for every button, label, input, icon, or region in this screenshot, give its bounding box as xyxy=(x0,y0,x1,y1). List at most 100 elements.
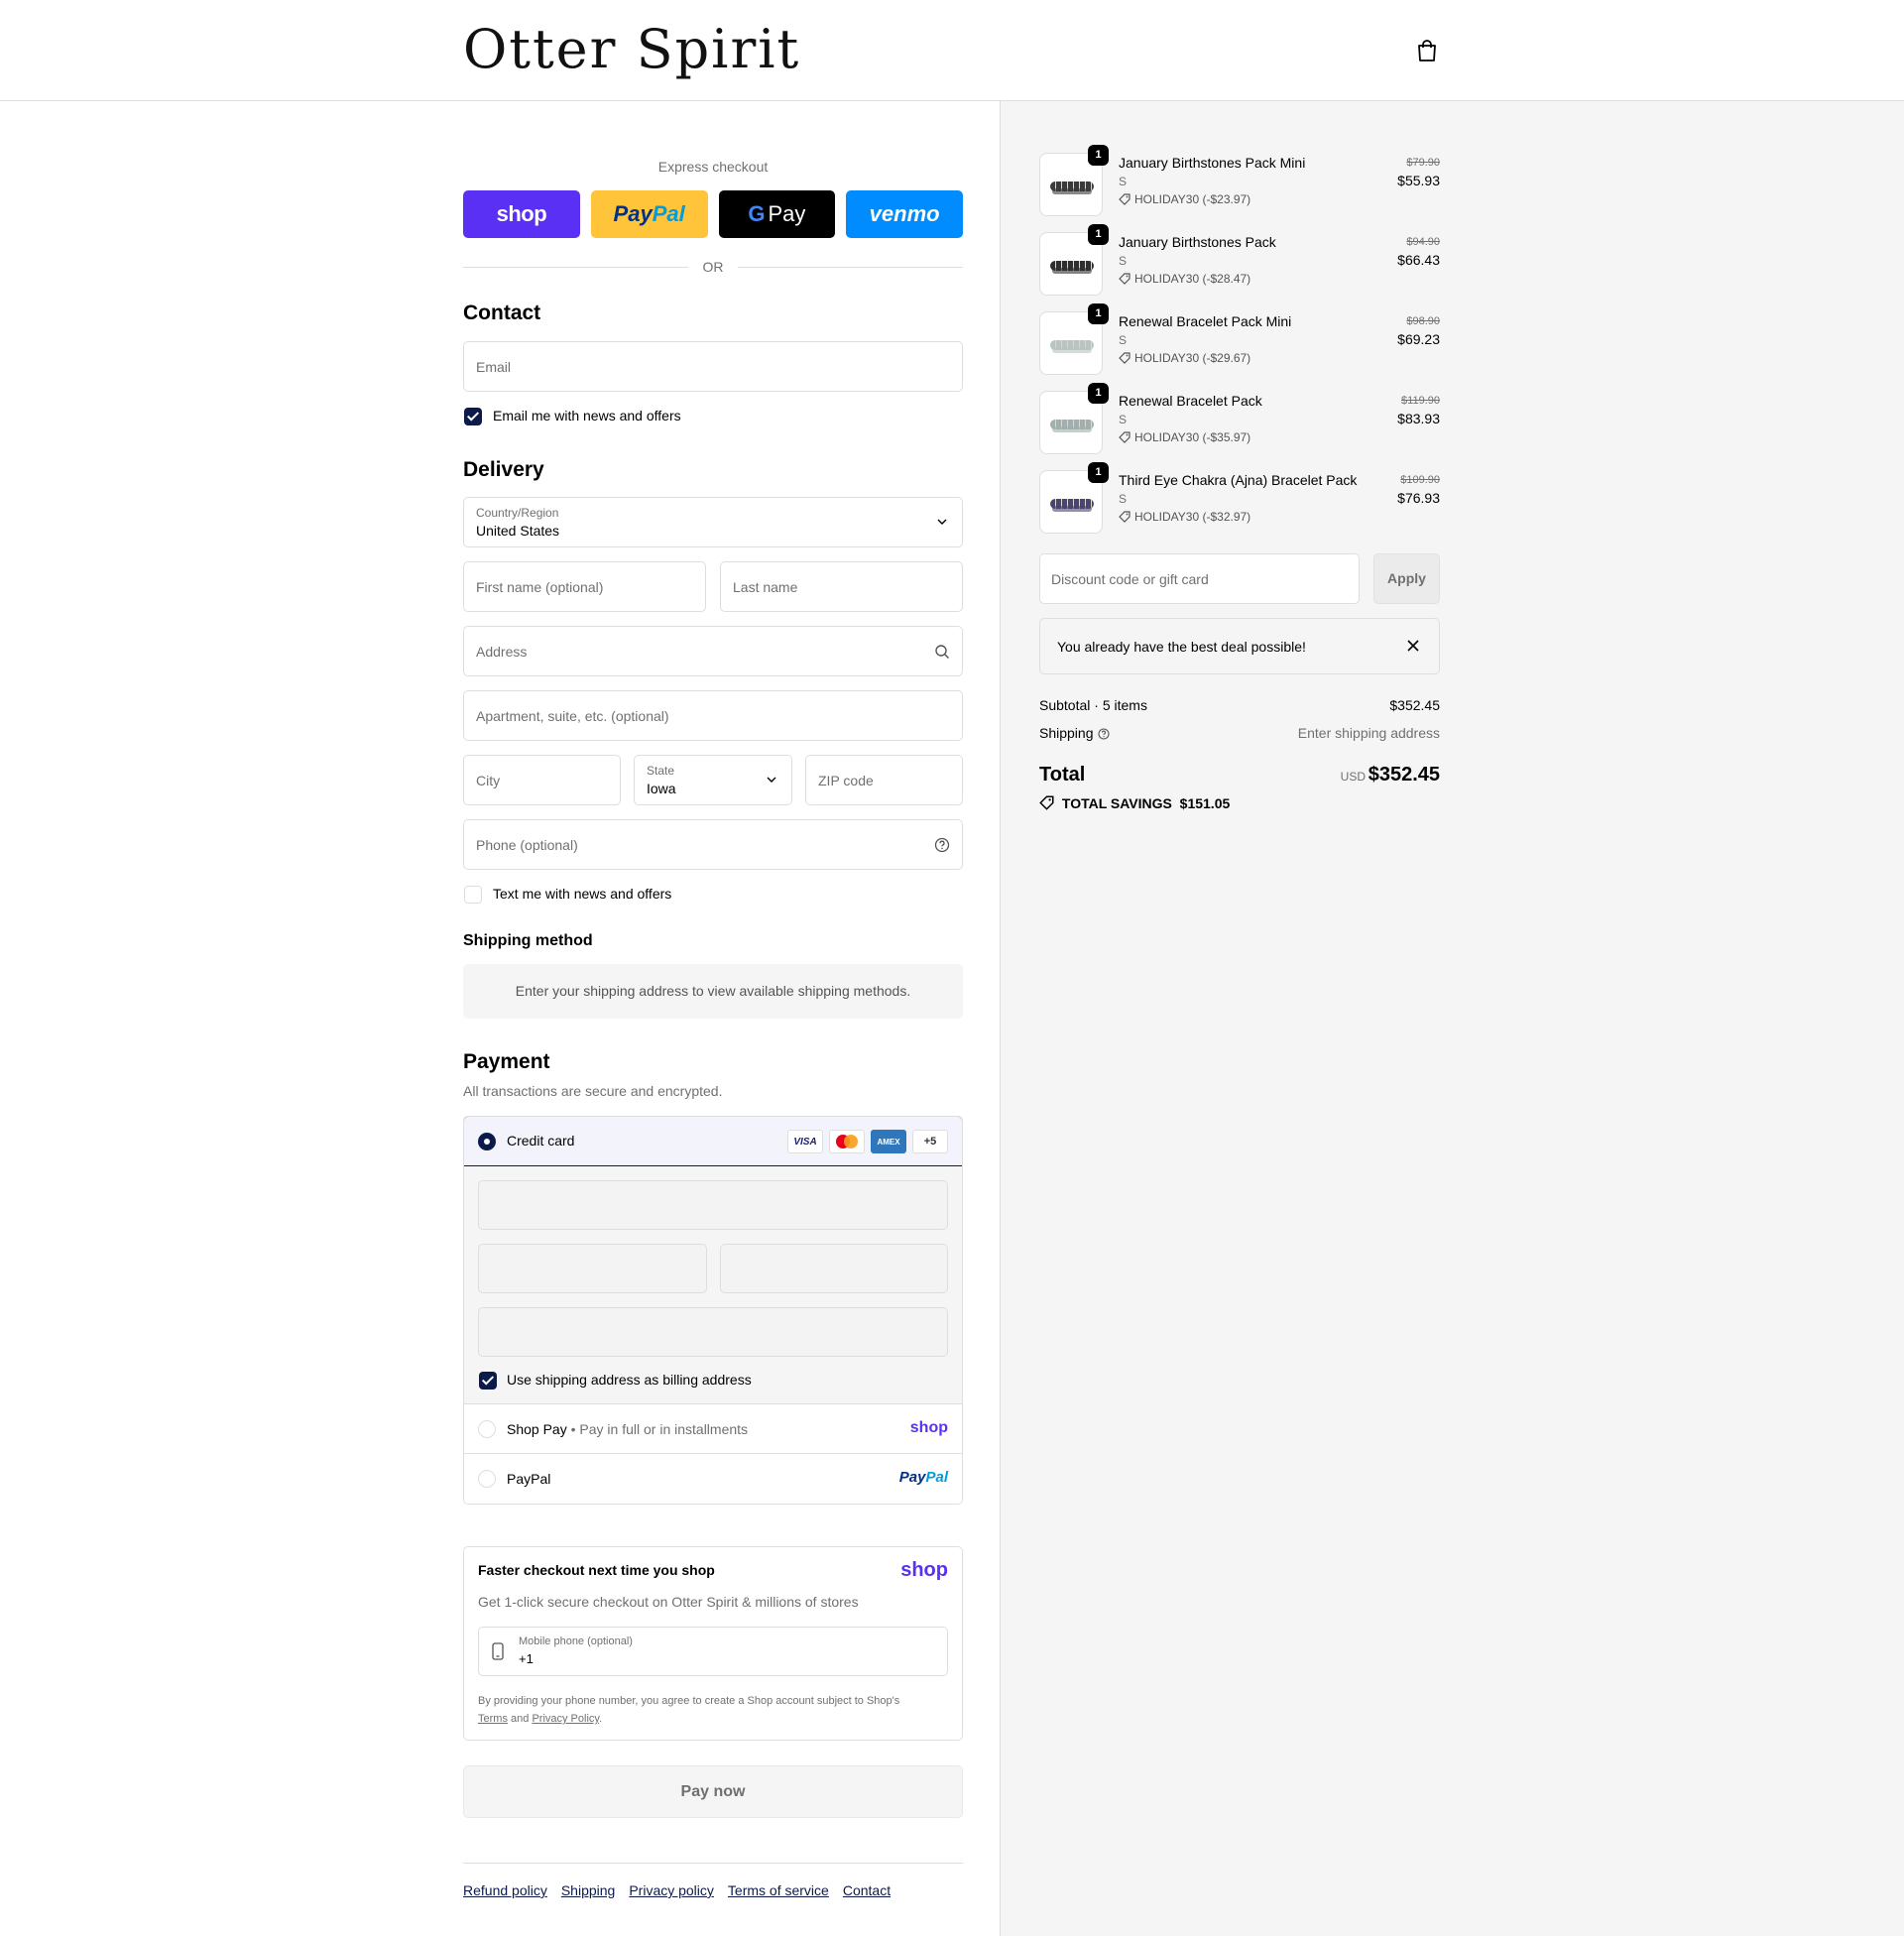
mobile-phone-field[interactable]: Mobile phone (optional) +1 xyxy=(478,1627,948,1676)
paypal-option[interactable]: PayPal PayPal xyxy=(464,1454,962,1504)
discounted-price: $66.43 xyxy=(1397,252,1440,268)
product-name: Renewal Bracelet Pack Mini xyxy=(1119,313,1292,329)
terms-link[interactable]: Terms xyxy=(478,1713,508,1725)
shop-signup-title: Faster checkout next time you shop xyxy=(478,1562,715,1578)
country-label: Country/Region xyxy=(476,506,559,520)
apartment-field[interactable]: Apartment, suite, etc. (optional) xyxy=(463,690,963,741)
apply-button[interactable]: Apply xyxy=(1373,553,1440,604)
state-select[interactable]: State Iowa xyxy=(634,755,792,805)
product-variant: S xyxy=(1119,175,1128,188)
shop-pay-radio[interactable] xyxy=(478,1420,496,1438)
shop-pay-button[interactable]: shop xyxy=(463,190,580,238)
total-value: $352.45 xyxy=(1368,764,1440,786)
line-item: 1 Third Eye Chakra (Ajna) Bracelet Pack S H… xyxy=(1039,462,1440,534)
google-pay-button[interactable]: G Pay xyxy=(718,190,836,238)
close-icon[interactable] xyxy=(1407,640,1419,652)
email-news-checkbox[interactable] xyxy=(464,408,482,425)
refund-policy-link[interactable]: Refund policy xyxy=(463,1882,547,1898)
text-news-checkbox[interactable] xyxy=(464,886,482,904)
paypal-option-label: PayPal xyxy=(507,1471,551,1487)
product-variant: S xyxy=(1119,254,1128,268)
paypal-label-b: Pal xyxy=(652,201,685,226)
paypal-radio[interactable] xyxy=(478,1470,496,1488)
terms-of-service-link[interactable]: Terms of service xyxy=(728,1882,829,1898)
product-variant: S xyxy=(1119,492,1128,506)
shipping-method-message: Enter your shipping address to view avai… xyxy=(463,964,963,1019)
state-value: Iowa xyxy=(647,781,676,796)
billing-same-checkbox[interactable] xyxy=(479,1372,497,1390)
card-name-field[interactable] xyxy=(478,1307,948,1357)
card-logos: VISA AMEX +5 xyxy=(787,1130,948,1153)
first-name-field[interactable]: First name (optional) xyxy=(463,561,706,612)
discount-code-field[interactable]: Discount code or gift card xyxy=(1039,553,1360,604)
zip-placeholder: ZIP code xyxy=(818,773,874,788)
chevron-down-icon xyxy=(767,777,776,783)
pay-now-button[interactable]: Pay now xyxy=(463,1765,963,1818)
tag-icon xyxy=(1039,795,1054,810)
store-logo[interactable]: Otter Spirit xyxy=(463,18,800,80)
shipping-method-heading: Shipping method xyxy=(463,932,593,949)
card-number-field[interactable] xyxy=(478,1180,948,1230)
credit-card-option[interactable]: Credit card VISA AMEX +5 xyxy=(464,1117,962,1166)
venmo-button[interactable]: venmo xyxy=(846,190,963,238)
subtotal-label: Subtotal · 5 items xyxy=(1039,697,1147,713)
last-name-field[interactable]: Last name xyxy=(720,561,963,612)
discount-placeholder: Discount code or gift card xyxy=(1051,571,1209,587)
paypal-button[interactable]: Pay Pal xyxy=(590,190,708,238)
payment-methods: Credit card VISA AMEX +5 Use shipping ad… xyxy=(463,1116,963,1505)
help-circle-icon[interactable] xyxy=(934,837,950,853)
card-expiry-field[interactable] xyxy=(478,1244,707,1293)
address-placeholder: Address xyxy=(476,644,528,660)
discounted-price: $55.93 xyxy=(1397,173,1440,188)
phone-field[interactable]: Phone (optional) xyxy=(463,819,963,870)
visa-icon: VISA xyxy=(787,1130,823,1153)
card-cvv-field[interactable] xyxy=(720,1244,948,1293)
contact-link[interactable]: Contact xyxy=(843,1882,891,1898)
divider-line-right xyxy=(738,267,963,268)
country-select[interactable]: Country/Region United States xyxy=(463,497,963,547)
product-name: January Birthstones Pack Mini xyxy=(1119,155,1306,171)
total-savings-label: TOTAL SAVINGS xyxy=(1061,795,1172,811)
country-value: United States xyxy=(476,523,560,539)
email-field[interactable]: Email xyxy=(463,341,963,392)
total-savings: TOTAL SAVINGS $151.05 xyxy=(1039,795,1230,811)
line-item: 1 Renewal Bracelet Pack S HOLIDAY30 (-$35.9… xyxy=(1039,383,1440,454)
credit-card-radio[interactable] xyxy=(478,1133,496,1150)
product-name: Renewal Bracelet Pack xyxy=(1119,393,1262,409)
product-name: Third Eye Chakra (Ajna) Bracelet Pack xyxy=(1119,472,1358,488)
shop-pay-option-sub: Pay in full or in installments xyxy=(579,1421,749,1437)
email-news-label: Email me with news and offers xyxy=(493,408,681,424)
shop-signup-subtitle: Get 1-click secure checkout on Otter Spi… xyxy=(478,1594,859,1610)
phone-placeholder: Phone (optional) xyxy=(476,837,578,853)
total-row: Total USD $352.45 xyxy=(1039,764,1440,786)
help-circle-icon[interactable] xyxy=(1097,728,1110,740)
shopping-bag-icon[interactable] xyxy=(1416,39,1438,62)
site-header: Otter Spirit xyxy=(0,0,1904,101)
or-divider: OR xyxy=(463,257,963,277)
shipping-row: Shipping Enter shipping address xyxy=(1039,725,1440,741)
quantity-badge: 1 xyxy=(1088,303,1109,324)
city-field[interactable]: City xyxy=(463,755,621,805)
privacy-policy-link[interactable]: Privacy policy xyxy=(629,1882,714,1898)
text-news-label: Text me with news and offers xyxy=(493,886,672,902)
line-item: 1 January Birthstones Pack S HOLIDAY30 (-$2… xyxy=(1039,224,1440,296)
venmo-label: venmo xyxy=(869,201,940,226)
line-item: 1 January Birthstones Pack Mini S HOLIDAY30… xyxy=(1039,145,1440,216)
shipping-link[interactable]: Shipping xyxy=(561,1882,616,1898)
quantity-badge: 1 xyxy=(1088,383,1109,404)
discounted-price: $76.93 xyxy=(1397,490,1440,506)
original-price: $119.90 xyxy=(1401,395,1440,407)
bracelet-image-shadow xyxy=(1052,188,1092,194)
first-name-placeholder: First name (optional) xyxy=(476,579,604,595)
order-summary-panel xyxy=(1000,101,1904,1936)
shipping-label: Shipping xyxy=(1039,725,1094,741)
address-field[interactable]: Address xyxy=(463,626,963,676)
tag-icon xyxy=(1119,193,1130,205)
currency-code: USD xyxy=(1340,770,1366,784)
zip-field[interactable]: ZIP code xyxy=(805,755,963,805)
apartment-placeholder: Apartment, suite, etc. (optional) xyxy=(476,708,669,724)
shop-pay-option[interactable]: Shop Pay • Pay in full or in installment… xyxy=(464,1404,962,1454)
privacy-link[interactable]: Privacy Policy xyxy=(532,1713,599,1725)
tag-icon xyxy=(1119,273,1130,285)
original-price: $109.90 xyxy=(1400,474,1440,486)
